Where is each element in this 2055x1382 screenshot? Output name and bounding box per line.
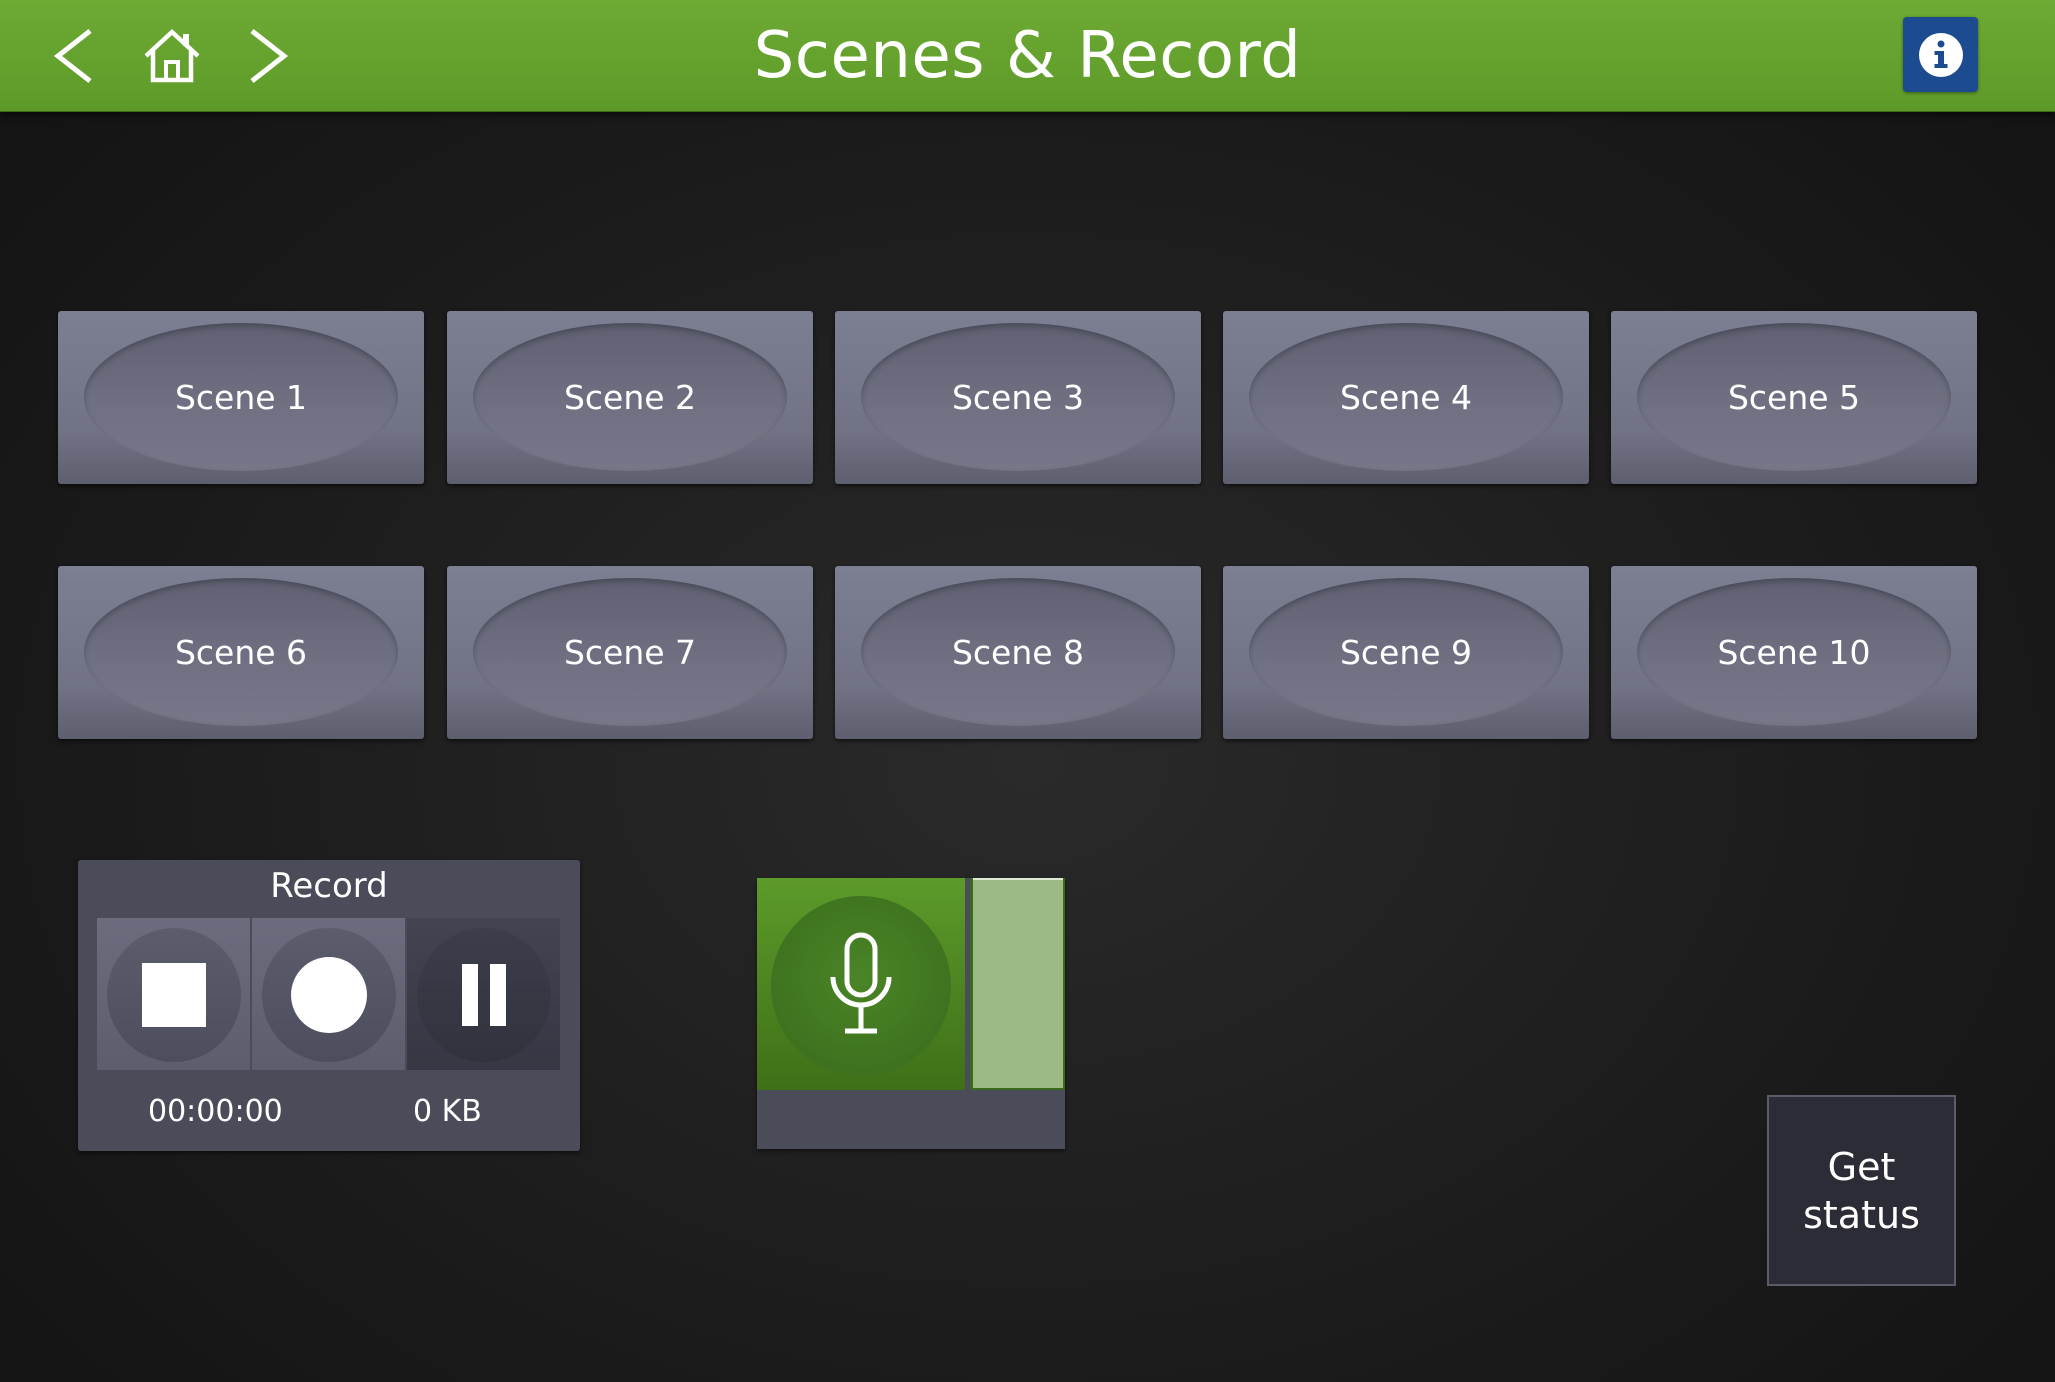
scene-button-9[interactable]: Scene 9 xyxy=(1223,566,1589,739)
scene-label: Scene 8 xyxy=(951,633,1085,672)
scene-button-7[interactable]: Scene 7 xyxy=(447,566,813,739)
pause-button-face xyxy=(417,928,551,1062)
record-icon xyxy=(291,957,367,1033)
info-icon xyxy=(1918,32,1963,77)
scene-button-5[interactable]: Scene 5 xyxy=(1611,311,1977,484)
microphone-button-face xyxy=(771,896,951,1076)
microphone-icon xyxy=(830,932,892,1034)
scene-label: Scene 1 xyxy=(174,378,308,417)
recording-elapsed-time: 00:00:00 xyxy=(148,1094,283,1129)
stop-button-face xyxy=(107,928,241,1062)
page-title: Scenes & Record xyxy=(753,19,1302,93)
record-panel-title: Record xyxy=(270,866,388,906)
microphone-level-meter xyxy=(970,878,1065,1090)
microphone-panel xyxy=(757,878,1065,1149)
scene-button-6[interactable]: Scene 6 xyxy=(58,566,424,739)
record-button-face xyxy=(262,928,396,1062)
recording-file-size: 0 KB xyxy=(413,1094,482,1129)
pause-button[interactable] xyxy=(407,918,560,1070)
scene-label: Scene 3 xyxy=(951,378,1085,417)
scene-label: Scene 2 xyxy=(563,378,697,417)
header-bar: Scenes & Record xyxy=(0,0,2055,112)
scene-button-8[interactable]: Scene 8 xyxy=(835,566,1201,739)
get-status-button[interactable]: Get status xyxy=(1767,1095,1956,1286)
get-status-line-1: Get xyxy=(1827,1144,1896,1189)
scene-button-3[interactable]: Scene 3 xyxy=(835,311,1201,484)
get-status-line-2: status xyxy=(1803,1192,1920,1237)
scene-label: Scene 4 xyxy=(1339,378,1473,417)
scene-button-2[interactable]: Scene 2 xyxy=(447,311,813,484)
info-button[interactable] xyxy=(1903,17,1978,92)
scene-label: Scene 10 xyxy=(1717,633,1871,672)
scene-label: Scene 6 xyxy=(174,633,308,672)
microphone-button[interactable] xyxy=(757,878,965,1090)
scene-button-10[interactable]: Scene 10 xyxy=(1611,566,1977,739)
record-panel: Record 00:00:00 0 KB xyxy=(78,860,580,1151)
scene-label: Scene 7 xyxy=(563,633,697,672)
stop-button[interactable] xyxy=(97,918,250,1070)
scene-label: Scene 5 xyxy=(1727,378,1861,417)
get-status-label: Get status xyxy=(1803,1143,1920,1239)
scene-button-4[interactable]: Scene 4 xyxy=(1223,311,1589,484)
microphone-level-fill xyxy=(973,878,1063,1088)
record-button[interactable] xyxy=(252,918,405,1070)
stop-icon xyxy=(142,963,206,1027)
scene-label: Scene 9 xyxy=(1339,633,1473,672)
scene-button-1[interactable]: Scene 1 xyxy=(58,311,424,484)
pause-icon xyxy=(462,964,506,1026)
